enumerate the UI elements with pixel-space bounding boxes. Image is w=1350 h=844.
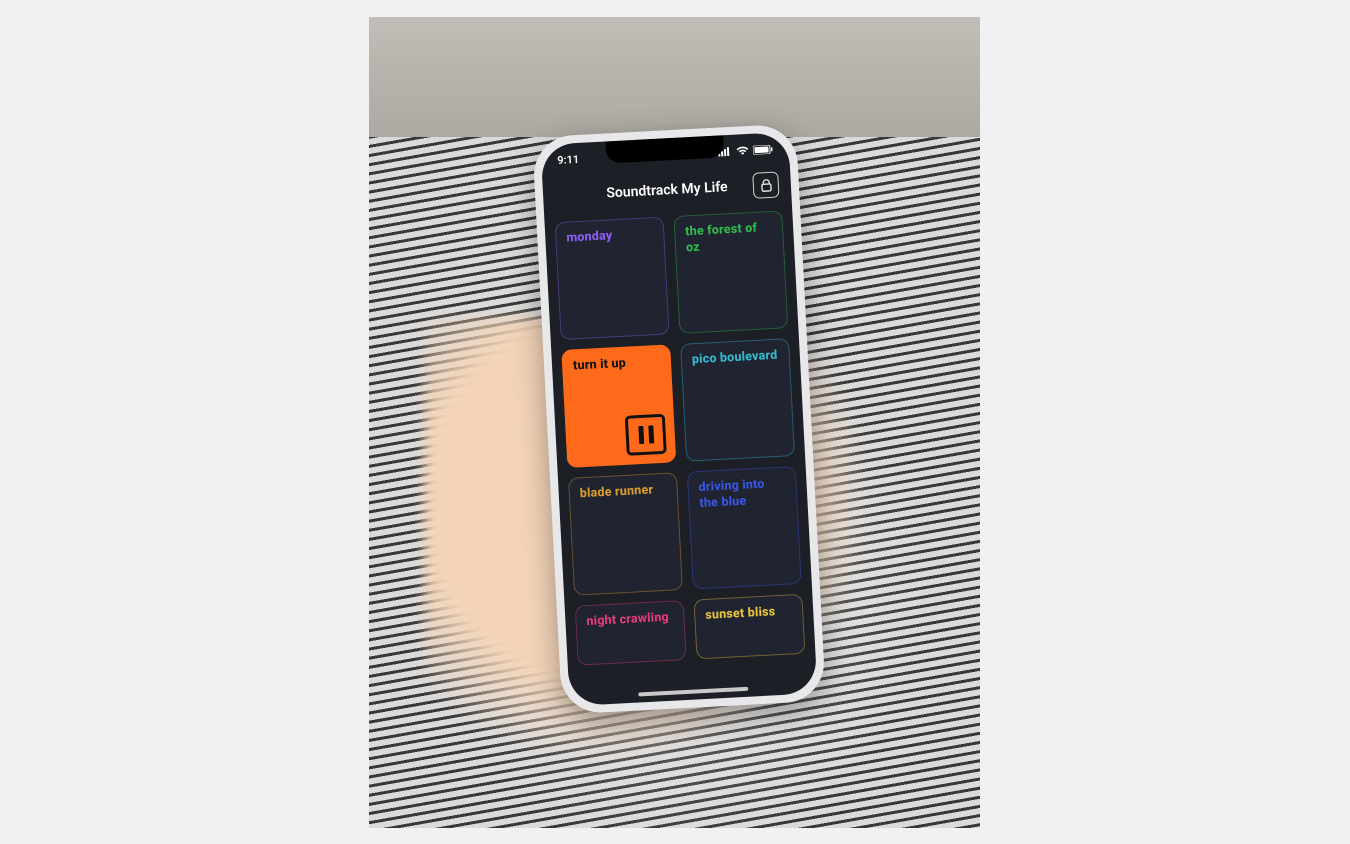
phone-frame: 9:11 Soundtrack My Life	[532, 123, 826, 714]
home-indicator	[638, 687, 748, 697]
sound-tile[interactable]: night crawling	[575, 600, 687, 666]
sound-tile[interactable]: monday	[555, 217, 670, 341]
phone-screen: 9:11 Soundtrack My Life	[540, 132, 817, 706]
tile-label: night crawling	[586, 610, 674, 630]
sound-tile[interactable]: the forest of oz	[673, 210, 788, 334]
sound-tile[interactable]: pico boulevard	[680, 338, 795, 462]
wifi-icon	[736, 145, 749, 155]
tile-label: the forest of oz	[685, 220, 774, 256]
sound-tile[interactable]: sunset bliss	[693, 594, 805, 660]
tile-label: monday	[566, 226, 654, 246]
tile-label: turn it up	[573, 354, 661, 374]
battery-icon	[753, 144, 773, 154]
tile-label: driving into the blue	[698, 476, 787, 512]
sound-tile[interactable]: turn it up	[561, 344, 676, 468]
sound-tile[interactable]: blade runner	[568, 472, 683, 596]
tile-label: sunset bliss	[705, 603, 793, 623]
status-time: 9:11	[557, 152, 580, 166]
status-indicators	[718, 144, 773, 156]
photo-background: 9:11 Soundtrack My Life	[369, 17, 980, 828]
lock-button[interactable]	[752, 171, 779, 198]
tile-label: pico boulevard	[692, 348, 780, 368]
sound-tile[interactable]: driving into the blue	[687, 466, 802, 590]
sound-grid: monday the forest of oz turn it up pico bou…	[555, 210, 807, 691]
app-title: Soundtrack My Life	[606, 179, 728, 201]
lock-icon	[760, 178, 772, 192]
tile-label: blade runner	[579, 482, 667, 502]
pause-icon[interactable]	[625, 414, 667, 456]
